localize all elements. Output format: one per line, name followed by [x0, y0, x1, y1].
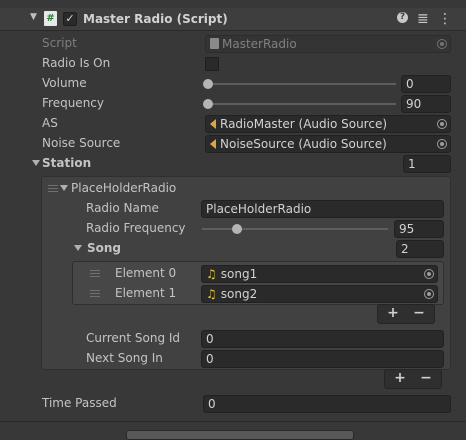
- object-picker-icon[interactable]: [437, 119, 447, 129]
- song-add-button[interactable]: +: [381, 305, 405, 322]
- song-size-input[interactable]: 2: [396, 240, 444, 258]
- next-song-in-label: Next Song In: [86, 351, 163, 365]
- as-label: AS: [42, 116, 58, 130]
- station-foldout-icon[interactable]: [32, 160, 40, 166]
- drag-handle-icon[interactable]: [90, 270, 100, 277]
- object-picker-icon: [437, 39, 447, 49]
- volume-label: Volume: [42, 76, 87, 90]
- object-picker-icon[interactable]: [424, 289, 434, 299]
- collapse-toggle-icon[interactable]: ▼: [30, 12, 37, 22]
- station-remove-button[interactable]: −: [414, 370, 438, 387]
- song-label[interactable]: Song: [87, 238, 121, 258]
- station-label[interactable]: Station: [42, 153, 91, 173]
- time-passed-input[interactable]: 0: [203, 395, 451, 413]
- radio-is-on-checkbox[interactable]: [205, 57, 219, 71]
- radio-is-on-label: Radio Is On: [42, 56, 111, 70]
- song-element-field[interactable]: ♫ song1: [201, 265, 438, 283]
- noise-source-field[interactable]: NoiseSource (Audio Source): [205, 135, 451, 153]
- station-list-footer: + −: [384, 369, 442, 389]
- drag-handle-icon[interactable]: [48, 185, 58, 192]
- script-label: Script: [42, 36, 77, 50]
- frequency-input[interactable]: 90: [401, 95, 451, 113]
- radio-frequency-label: Radio Frequency: [86, 221, 186, 235]
- station-add-button[interactable]: +: [388, 370, 412, 387]
- presets-icon[interactable]: ≣: [417, 9, 429, 29]
- object-picker-icon[interactable]: [437, 139, 447, 149]
- song-remove-button[interactable]: −: [407, 305, 431, 322]
- audio-source-icon: [210, 139, 216, 149]
- inspector-separator: [0, 421, 466, 422]
- drag-handle-icon[interactable]: [90, 290, 100, 297]
- as-field[interactable]: RadioMaster (Audio Source): [205, 115, 451, 133]
- frequency-slider-thumb[interactable]: [203, 99, 213, 109]
- current-song-id-label: Current Song Id: [86, 331, 181, 345]
- song-foldout-icon[interactable]: [74, 245, 82, 251]
- enabled-checkbox[interactable]: ✓: [63, 12, 77, 26]
- script-field: MasterRadio: [205, 35, 451, 53]
- context-menu-icon[interactable]: ⋮: [438, 9, 452, 29]
- time-passed-label: Time Passed: [42, 396, 117, 410]
- noise-source-value: NoiseSource (Audio Source): [220, 137, 387, 151]
- song-element-label: Element 1: [115, 286, 177, 300]
- song-element-field[interactable]: ♫ song2: [201, 285, 438, 303]
- radio-name-input[interactable]: PlaceHolderRadio: [201, 200, 444, 218]
- as-value: RadioMaster (Audio Source): [220, 117, 388, 131]
- volume-input[interactable]: 0: [401, 75, 451, 93]
- object-picker-icon[interactable]: [424, 269, 434, 279]
- frequency-label: Frequency: [42, 96, 104, 110]
- song-element-value: song1: [220, 267, 258, 281]
- station-size-input[interactable]: 1: [403, 155, 451, 173]
- volume-slider-track[interactable]: [206, 83, 396, 85]
- radio-frequency-input[interactable]: 95: [394, 220, 444, 238]
- radio-name-label: Radio Name: [86, 201, 159, 215]
- song-list-footer: + −: [377, 304, 435, 324]
- song-element-label: Element 0: [115, 266, 177, 280]
- component-title: Master Radio (Script): [83, 12, 228, 26]
- help-icon[interactable]: ?: [397, 12, 408, 23]
- add-component-button[interactable]: [126, 430, 354, 440]
- placeholder-foldout-icon[interactable]: [60, 185, 68, 191]
- noise-source-label: Noise Source: [42, 136, 121, 150]
- radio-frequency-slider-track[interactable]: [202, 228, 388, 230]
- audio-source-icon: [210, 119, 216, 129]
- frequency-slider-track[interactable]: [206, 103, 396, 105]
- radio-frequency-slider-thumb[interactable]: [232, 224, 242, 234]
- audio-clip-icon: ♫: [206, 267, 217, 281]
- script-component-icon: #: [44, 11, 57, 26]
- audio-clip-icon: ♫: [206, 287, 217, 301]
- next-song-in-input[interactable]: 0: [201, 350, 444, 368]
- station-element-title[interactable]: PlaceHolderRadio: [71, 178, 176, 198]
- volume-slider-thumb[interactable]: [203, 79, 213, 89]
- script-asset-icon: [210, 38, 219, 49]
- script-value: MasterRadio: [222, 37, 297, 51]
- current-song-id-input[interactable]: 0: [201, 330, 444, 348]
- song-element-value: song2: [220, 287, 258, 301]
